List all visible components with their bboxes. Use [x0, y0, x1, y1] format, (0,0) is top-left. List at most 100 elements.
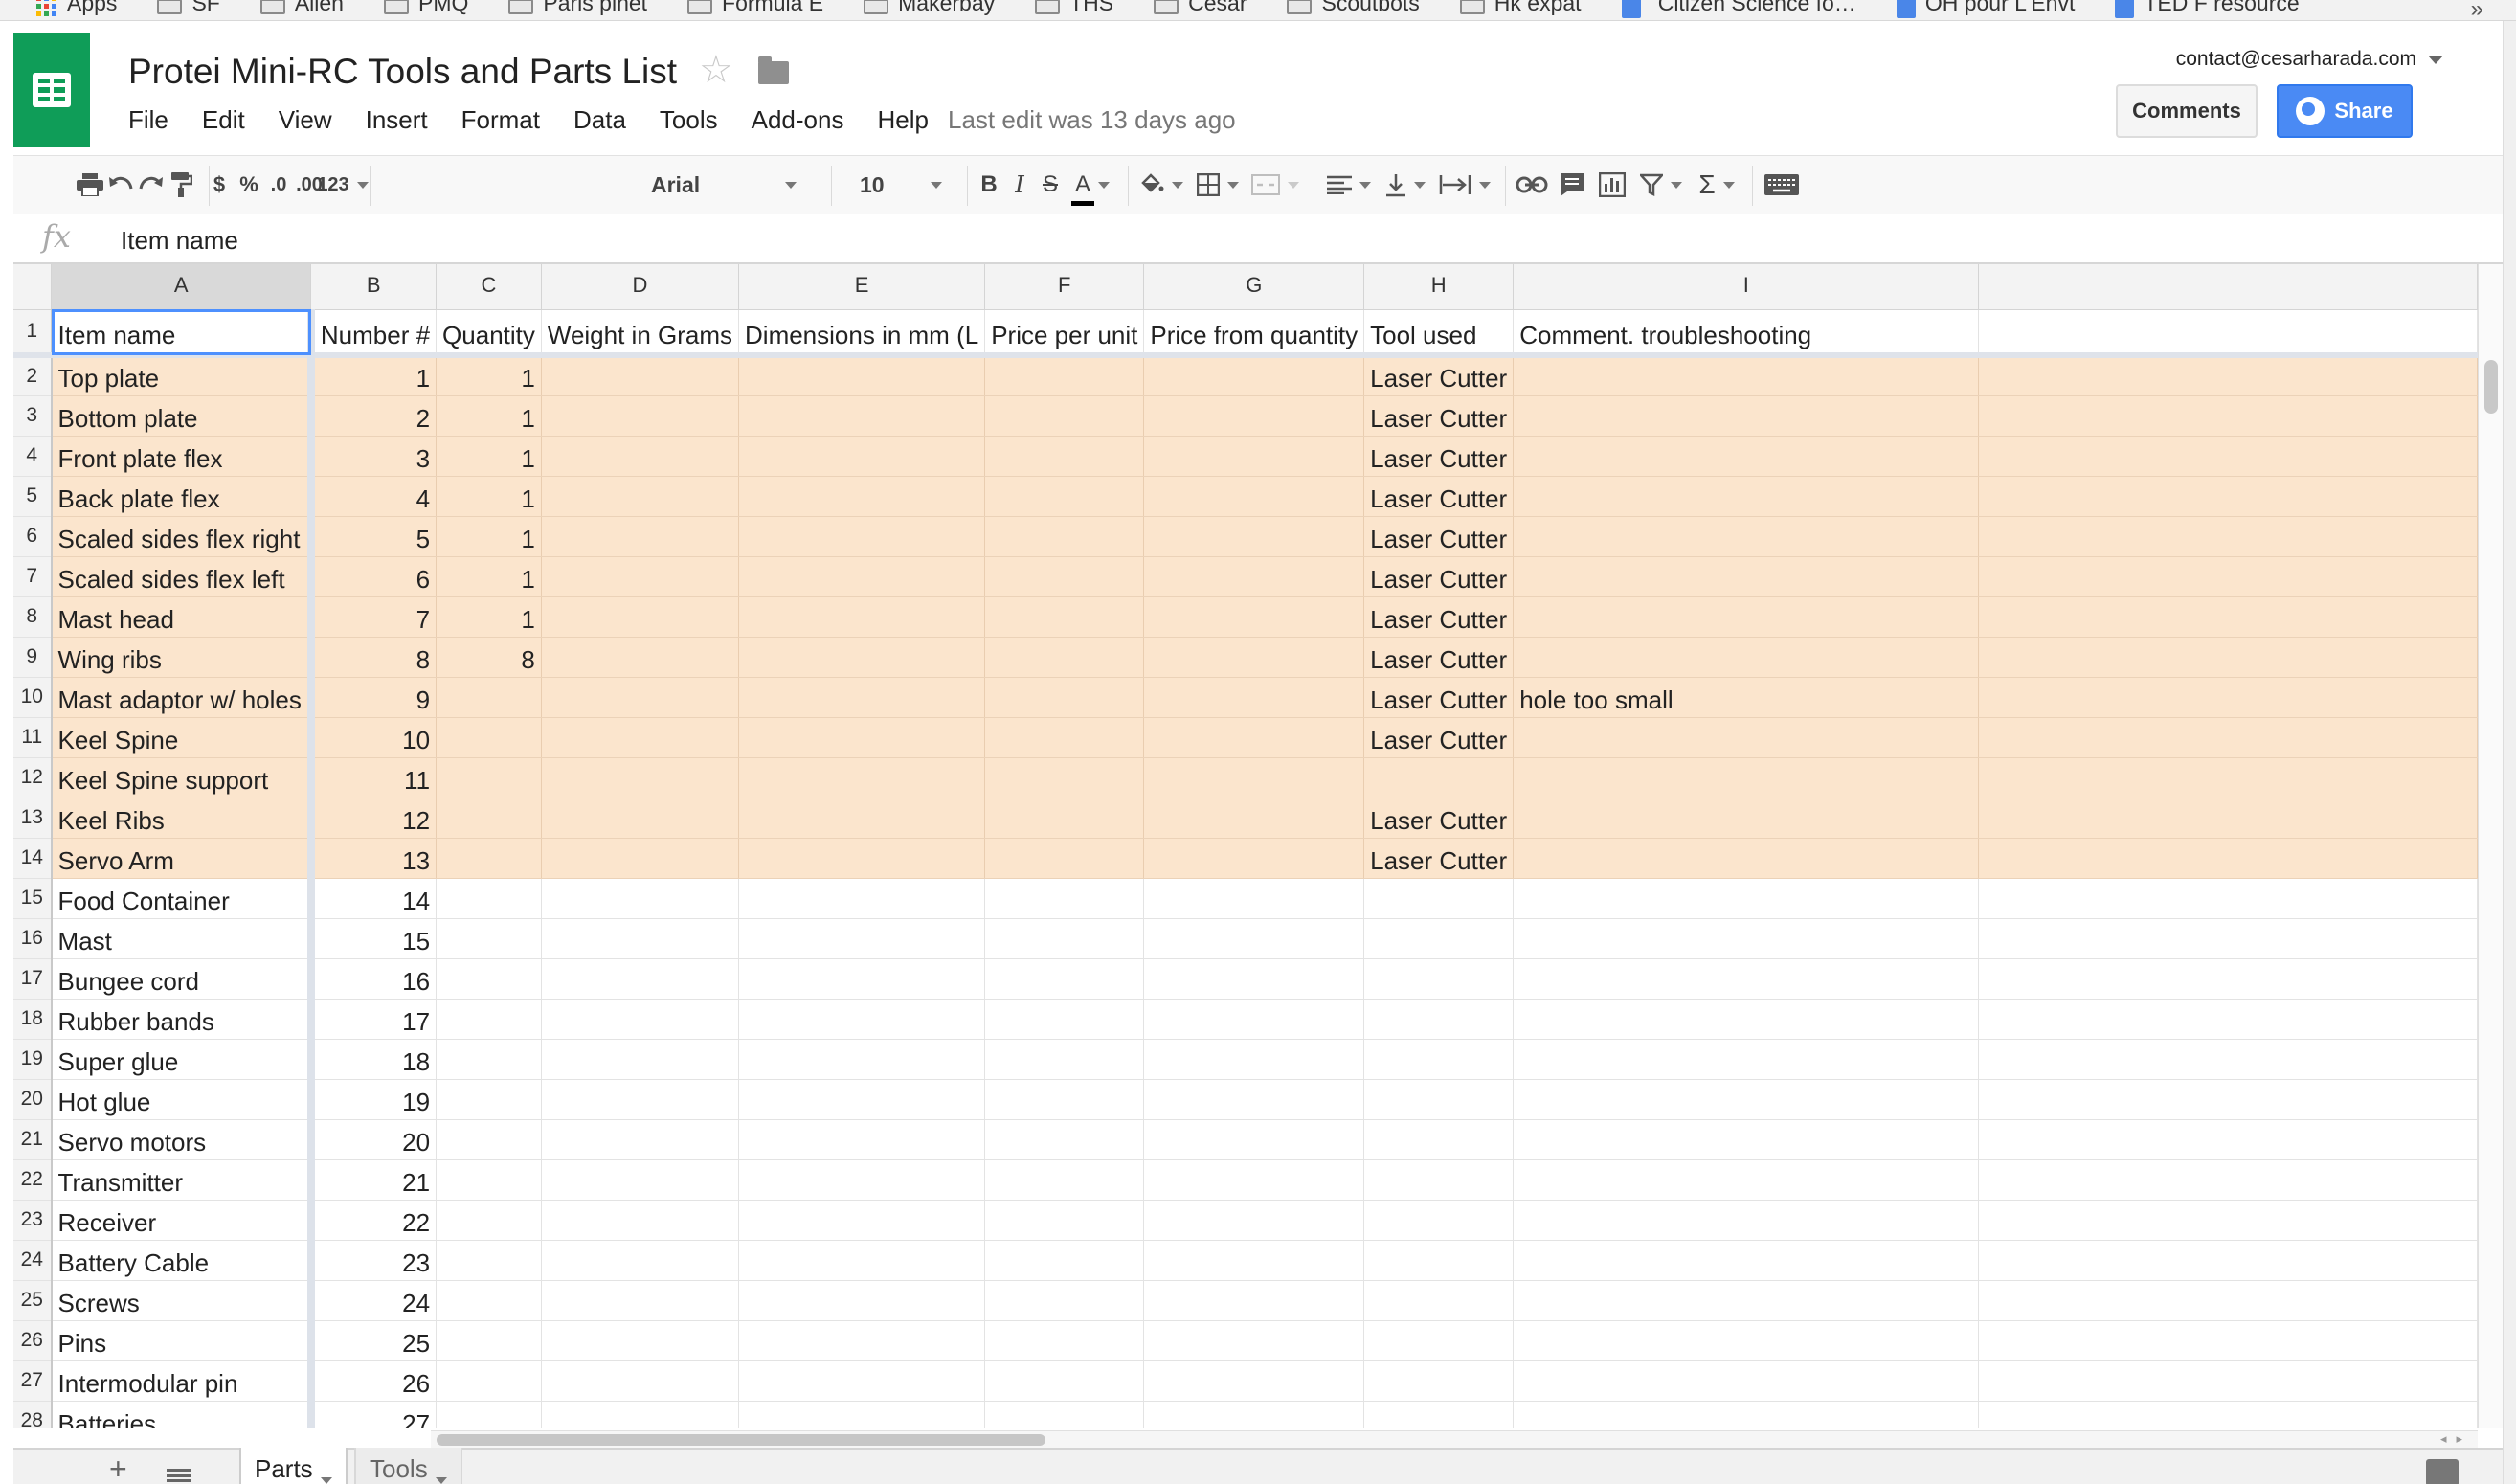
- cell-price-per-unit[interactable]: [984, 1079, 1145, 1120]
- vertical-align-button[interactable]: [1379, 166, 1432, 204]
- cell-weight[interactable]: [541, 677, 740, 718]
- cell-tool-used[interactable]: [1363, 918, 1515, 959]
- cell-blank[interactable]: [1978, 958, 2478, 1000]
- cell-comment[interactable]: [1513, 1360, 1980, 1402]
- cell-dimensions[interactable]: [738, 918, 986, 959]
- cell-price-from-quantity[interactable]: [1143, 1360, 1365, 1402]
- row-header[interactable]: 25: [13, 1280, 53, 1321]
- bookmark-ted-f-resource[interactable]: TED F resource: [2115, 0, 2300, 18]
- cell-number[interactable]: 5: [310, 516, 438, 557]
- cell-blank[interactable]: [1978, 476, 2478, 517]
- borders-button[interactable]: [1191, 166, 1245, 204]
- all-sheets-list-icon[interactable]: [167, 1469, 191, 1482]
- cell-number[interactable]: 23: [310, 1240, 438, 1281]
- cell-price-from-quantity[interactable]: [1143, 395, 1365, 437]
- cell-h1[interactable]: Tool used: [1363, 309, 1515, 358]
- row-header[interactable]: 23: [13, 1200, 53, 1241]
- cell-price-per-unit[interactable]: [984, 958, 1145, 1000]
- cell-quantity[interactable]: [436, 1039, 542, 1080]
- cell-dimensions[interactable]: [738, 1159, 986, 1201]
- cell-number[interactable]: 26: [310, 1360, 438, 1402]
- cell-number[interactable]: 7: [310, 596, 438, 638]
- row-header[interactable]: 24: [13, 1240, 53, 1281]
- cell-item-name[interactable]: Keel Ribs: [51, 798, 315, 839]
- row-header[interactable]: 27: [13, 1360, 53, 1402]
- cell-dimensions[interactable]: [738, 395, 986, 437]
- cell-quantity[interactable]: [436, 1119, 542, 1160]
- cell-number[interactable]: 18: [310, 1039, 438, 1080]
- cell-price-per-unit[interactable]: [984, 999, 1145, 1040]
- cell-quantity[interactable]: [436, 958, 542, 1000]
- paint-format-icon[interactable]: [165, 166, 199, 204]
- row-header[interactable]: 1: [13, 309, 53, 358]
- row-header[interactable]: 10: [13, 677, 53, 718]
- cell-i1[interactable]: Comment. troubleshooting: [1513, 309, 1980, 358]
- cell-tool-used[interactable]: [1363, 757, 1515, 798]
- cell-price-from-quantity[interactable]: [1143, 1079, 1365, 1120]
- bold-button[interactable]: B: [975, 166, 1003, 204]
- cell-tool-used[interactable]: Laser Cutter: [1363, 395, 1515, 437]
- more-bookmarks-button[interactable]: »: [2471, 0, 2483, 20]
- cell-comment[interactable]: [1513, 637, 1980, 678]
- cell-quantity[interactable]: [436, 1200, 542, 1241]
- menu-data[interactable]: Data: [573, 105, 626, 135]
- menu-format[interactable]: Format: [461, 105, 540, 135]
- cell-dimensions[interactable]: [738, 1119, 986, 1160]
- cell-price-per-unit[interactable]: [984, 637, 1145, 678]
- cell-weight[interactable]: [541, 1240, 740, 1281]
- row-header[interactable]: 4: [13, 436, 53, 477]
- cell-comment[interactable]: [1513, 878, 1980, 919]
- bookmark-formula-e[interactable]: Formula E: [687, 0, 823, 14]
- cell-weight[interactable]: [541, 1200, 740, 1241]
- cell-quantity[interactable]: [436, 999, 542, 1040]
- cell-item-name[interactable]: Mast head: [51, 596, 315, 638]
- cell-price-from-quantity[interactable]: [1143, 1401, 1365, 1428]
- share-button[interactable]: Share: [2277, 84, 2413, 138]
- cell-item-name[interactable]: Bottom plate: [51, 395, 315, 437]
- cell-weight[interactable]: [541, 798, 740, 839]
- cell-quantity[interactable]: [436, 1159, 542, 1201]
- cell-item-name[interactable]: Keel Spine: [51, 717, 315, 758]
- row-header[interactable]: 5: [13, 476, 53, 517]
- cell-comment[interactable]: [1513, 958, 1980, 1000]
- cell-dimensions[interactable]: [738, 677, 986, 718]
- cell-d1[interactable]: Weight in Grams: [541, 309, 740, 358]
- cell-comment[interactable]: [1513, 1079, 1980, 1120]
- cell-comment[interactable]: [1513, 355, 1980, 396]
- cell-item-name[interactable]: Screws: [51, 1280, 315, 1321]
- cell-blank[interactable]: [1978, 556, 2478, 597]
- cell-blank[interactable]: [1978, 838, 2478, 879]
- cell-price-per-unit[interactable]: [984, 798, 1145, 839]
- cell-number[interactable]: 13: [310, 838, 438, 879]
- cell-number[interactable]: 22: [310, 1200, 438, 1241]
- cell-comment[interactable]: [1513, 757, 1980, 798]
- vertical-scroll-thumb[interactable]: [2484, 360, 2498, 414]
- chevron-down-icon[interactable]: [435, 1477, 447, 1484]
- cell-quantity[interactable]: [436, 838, 542, 879]
- cell-weight[interactable]: [541, 556, 740, 597]
- bookmark-hk-expat[interactable]: Hk expat: [1459, 0, 1582, 14]
- cell-comment[interactable]: [1513, 717, 1980, 758]
- cell-tool-used[interactable]: [1363, 1119, 1515, 1160]
- cell-item-name[interactable]: Servo motors: [51, 1119, 315, 1160]
- italic-button[interactable]: I: [1005, 166, 1034, 204]
- cell-item-name[interactable]: Hot glue: [51, 1079, 315, 1120]
- cell-number[interactable]: 16: [310, 958, 438, 1000]
- cell-price-from-quantity[interactable]: [1143, 918, 1365, 959]
- cell-price-from-quantity[interactable]: [1143, 436, 1365, 477]
- cell-dimensions[interactable]: [738, 556, 986, 597]
- cell-blank[interactable]: [1978, 878, 2478, 919]
- cell-item-name[interactable]: Servo Arm: [51, 838, 315, 879]
- more-formats-button[interactable]: 123: [317, 166, 369, 204]
- cell-weight[interactable]: [541, 838, 740, 879]
- cell-item-name[interactable]: Back plate flex: [51, 476, 315, 517]
- font-family-select[interactable]: Arial: [638, 166, 810, 204]
- decrease-decimal-button[interactable]: .0: [264, 166, 293, 204]
- cell-dimensions[interactable]: [738, 838, 986, 879]
- cell-number[interactable]: 3: [310, 436, 438, 477]
- cell-blank[interactable]: [1978, 757, 2478, 798]
- cell-number[interactable]: 4: [310, 476, 438, 517]
- cell-blank[interactable]: [1978, 637, 2478, 678]
- cell-tool-used[interactable]: [1363, 1320, 1515, 1361]
- cell-dimensions[interactable]: [738, 476, 986, 517]
